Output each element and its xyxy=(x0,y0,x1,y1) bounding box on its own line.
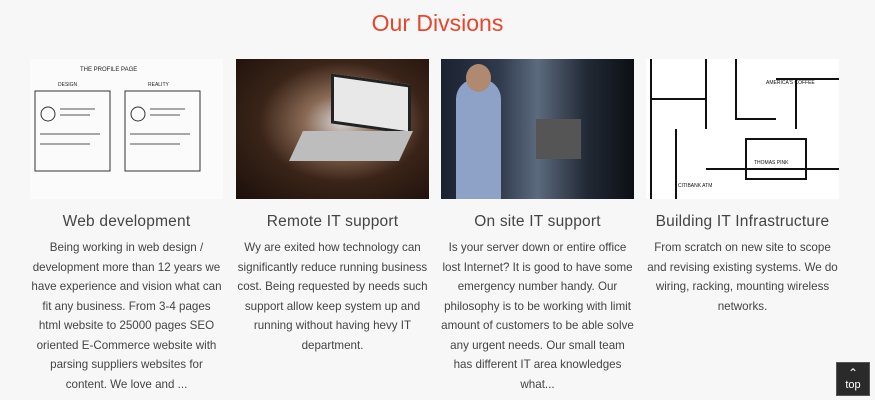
back-to-top-label: top xyxy=(845,379,861,391)
sketch-label: DESIGN xyxy=(58,82,78,88)
division-description: Wy are exited how technology can signifi… xyxy=(237,241,428,352)
division-description: Is your server down or entire office los… xyxy=(441,241,634,391)
division-title: On site IT support xyxy=(474,213,601,230)
plan-label: THOMAS PINK xyxy=(754,160,789,166)
plan-label: AMERICA'S COFFEE xyxy=(766,80,815,86)
laptop-photo xyxy=(236,59,429,199)
back-to-top-button[interactable]: ⌃ top xyxy=(836,362,870,396)
server-room-photo xyxy=(441,59,634,199)
division-title: Building IT Infrastructure xyxy=(655,213,830,230)
division-card-web-development: THE PROFILE PAGE DESIGN REALITY Web deve… xyxy=(30,59,223,394)
floor-plan-image: AMERICA'S COFFEE THOMAS PINK CITIBANK AT… xyxy=(646,59,839,199)
chevron-up-icon: ⌃ xyxy=(847,366,859,380)
sketch-label: REALITY xyxy=(148,82,170,88)
division-title: Web development xyxy=(62,213,191,230)
division-title: Remote IT support xyxy=(266,213,399,230)
section-title: Our Divsions xyxy=(371,10,504,36)
division-description: From scratch on new site to scope and re… xyxy=(647,241,838,313)
division-card-building-it-infrastructure: AMERICA'S COFFEE THOMAS PINK CITIBANK AT… xyxy=(646,59,839,316)
division-card-remote-it-support: Remote IT support Wy are exited how tech… xyxy=(236,59,429,355)
division-card-on-site-it-support: On site IT support Is your server down o… xyxy=(441,59,634,394)
sketch-label: THE PROFILE PAGE xyxy=(80,67,137,73)
plan-label: CITIBANK ATM xyxy=(678,183,712,189)
sketch-image: THE PROFILE PAGE DESIGN REALITY xyxy=(30,59,223,199)
division-description: Being working in web design / developmen… xyxy=(31,241,222,391)
